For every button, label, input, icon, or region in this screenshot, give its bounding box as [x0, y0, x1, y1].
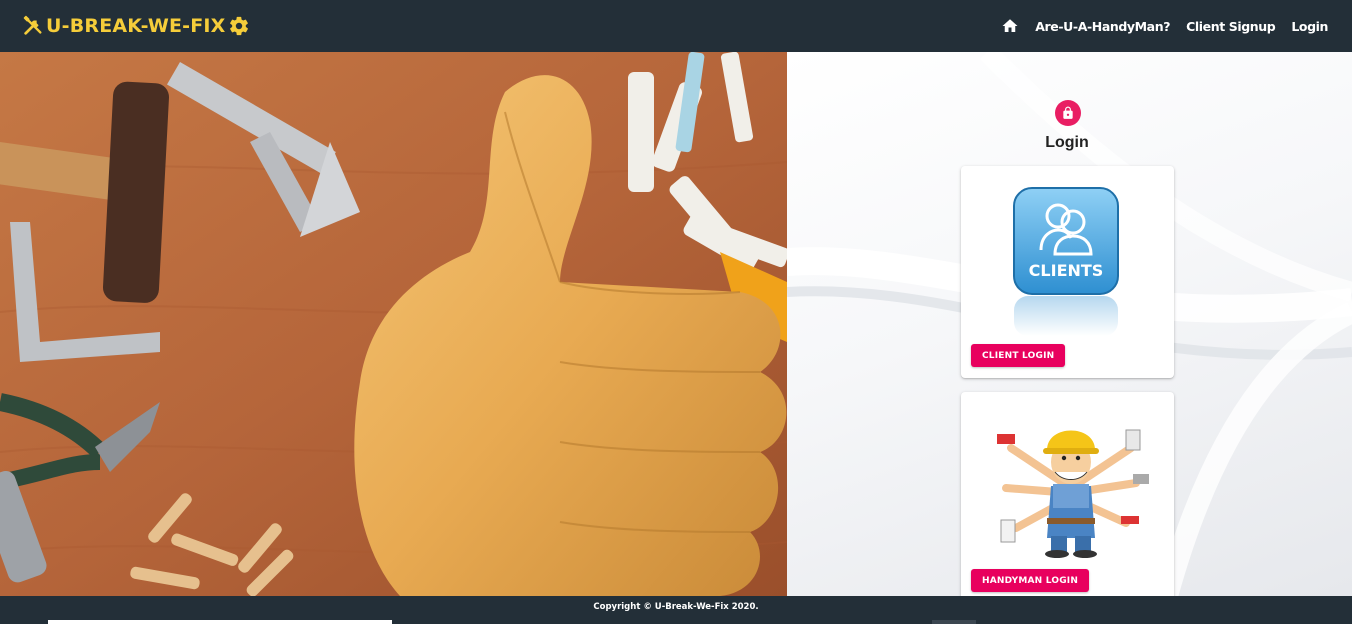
brand[interactable]: U-BREAK-WE-FIX: [22, 15, 250, 37]
client-login-card: CLIENTS CLIENT LOGIN: [961, 166, 1174, 378]
footer: Copyright © U-Break-We-Fix 2020.: [0, 596, 1352, 624]
footer-scroll-track: [48, 620, 392, 624]
login-panel: Login CLIENTS CLIENT LOGIN HANDYMAN LOGI…: [787, 52, 1352, 596]
clients-icon-label: CLIENTS: [1029, 261, 1104, 280]
nav-handyman-link[interactable]: Are-U-A-HandyMan?: [1035, 19, 1170, 34]
nav-login-link[interactable]: Login: [1291, 19, 1328, 34]
clients-icon: CLIENTS: [1013, 187, 1119, 336]
hero-image: [0, 52, 787, 596]
client-login-button[interactable]: CLIENT LOGIN: [971, 344, 1066, 367]
nav-client-signup-link[interactable]: Client Signup: [1186, 19, 1276, 34]
app-bar: U-BREAK-WE-FIX Are-U-A-HandyMan? Client …: [0, 0, 1352, 52]
gear-icon: [228, 15, 250, 37]
handyman-login-card: HANDYMAN LOGIN: [961, 392, 1174, 596]
lock-icon: [1063, 106, 1073, 119]
handyman-illustration: [997, 429, 1149, 558]
top-nav: Are-U-A-HandyMan? Client Signup Login: [1001, 17, 1328, 35]
home-button[interactable]: [1001, 17, 1019, 35]
tools-icon: [22, 15, 44, 37]
login-title: Login: [1045, 134, 1089, 151]
brand-title: U-BREAK-WE-FIX: [46, 15, 226, 37]
lock-avatar: [1055, 100, 1081, 126]
handyman-login-button[interactable]: HANDYMAN LOGIN: [971, 569, 1090, 592]
copyright-text: Copyright © U-Break-We-Fix 2020.: [593, 602, 759, 612]
footer-scroll-thumb: [932, 620, 976, 624]
home-icon: [1002, 19, 1018, 32]
thumbs-up-photo: [0, 52, 787, 596]
